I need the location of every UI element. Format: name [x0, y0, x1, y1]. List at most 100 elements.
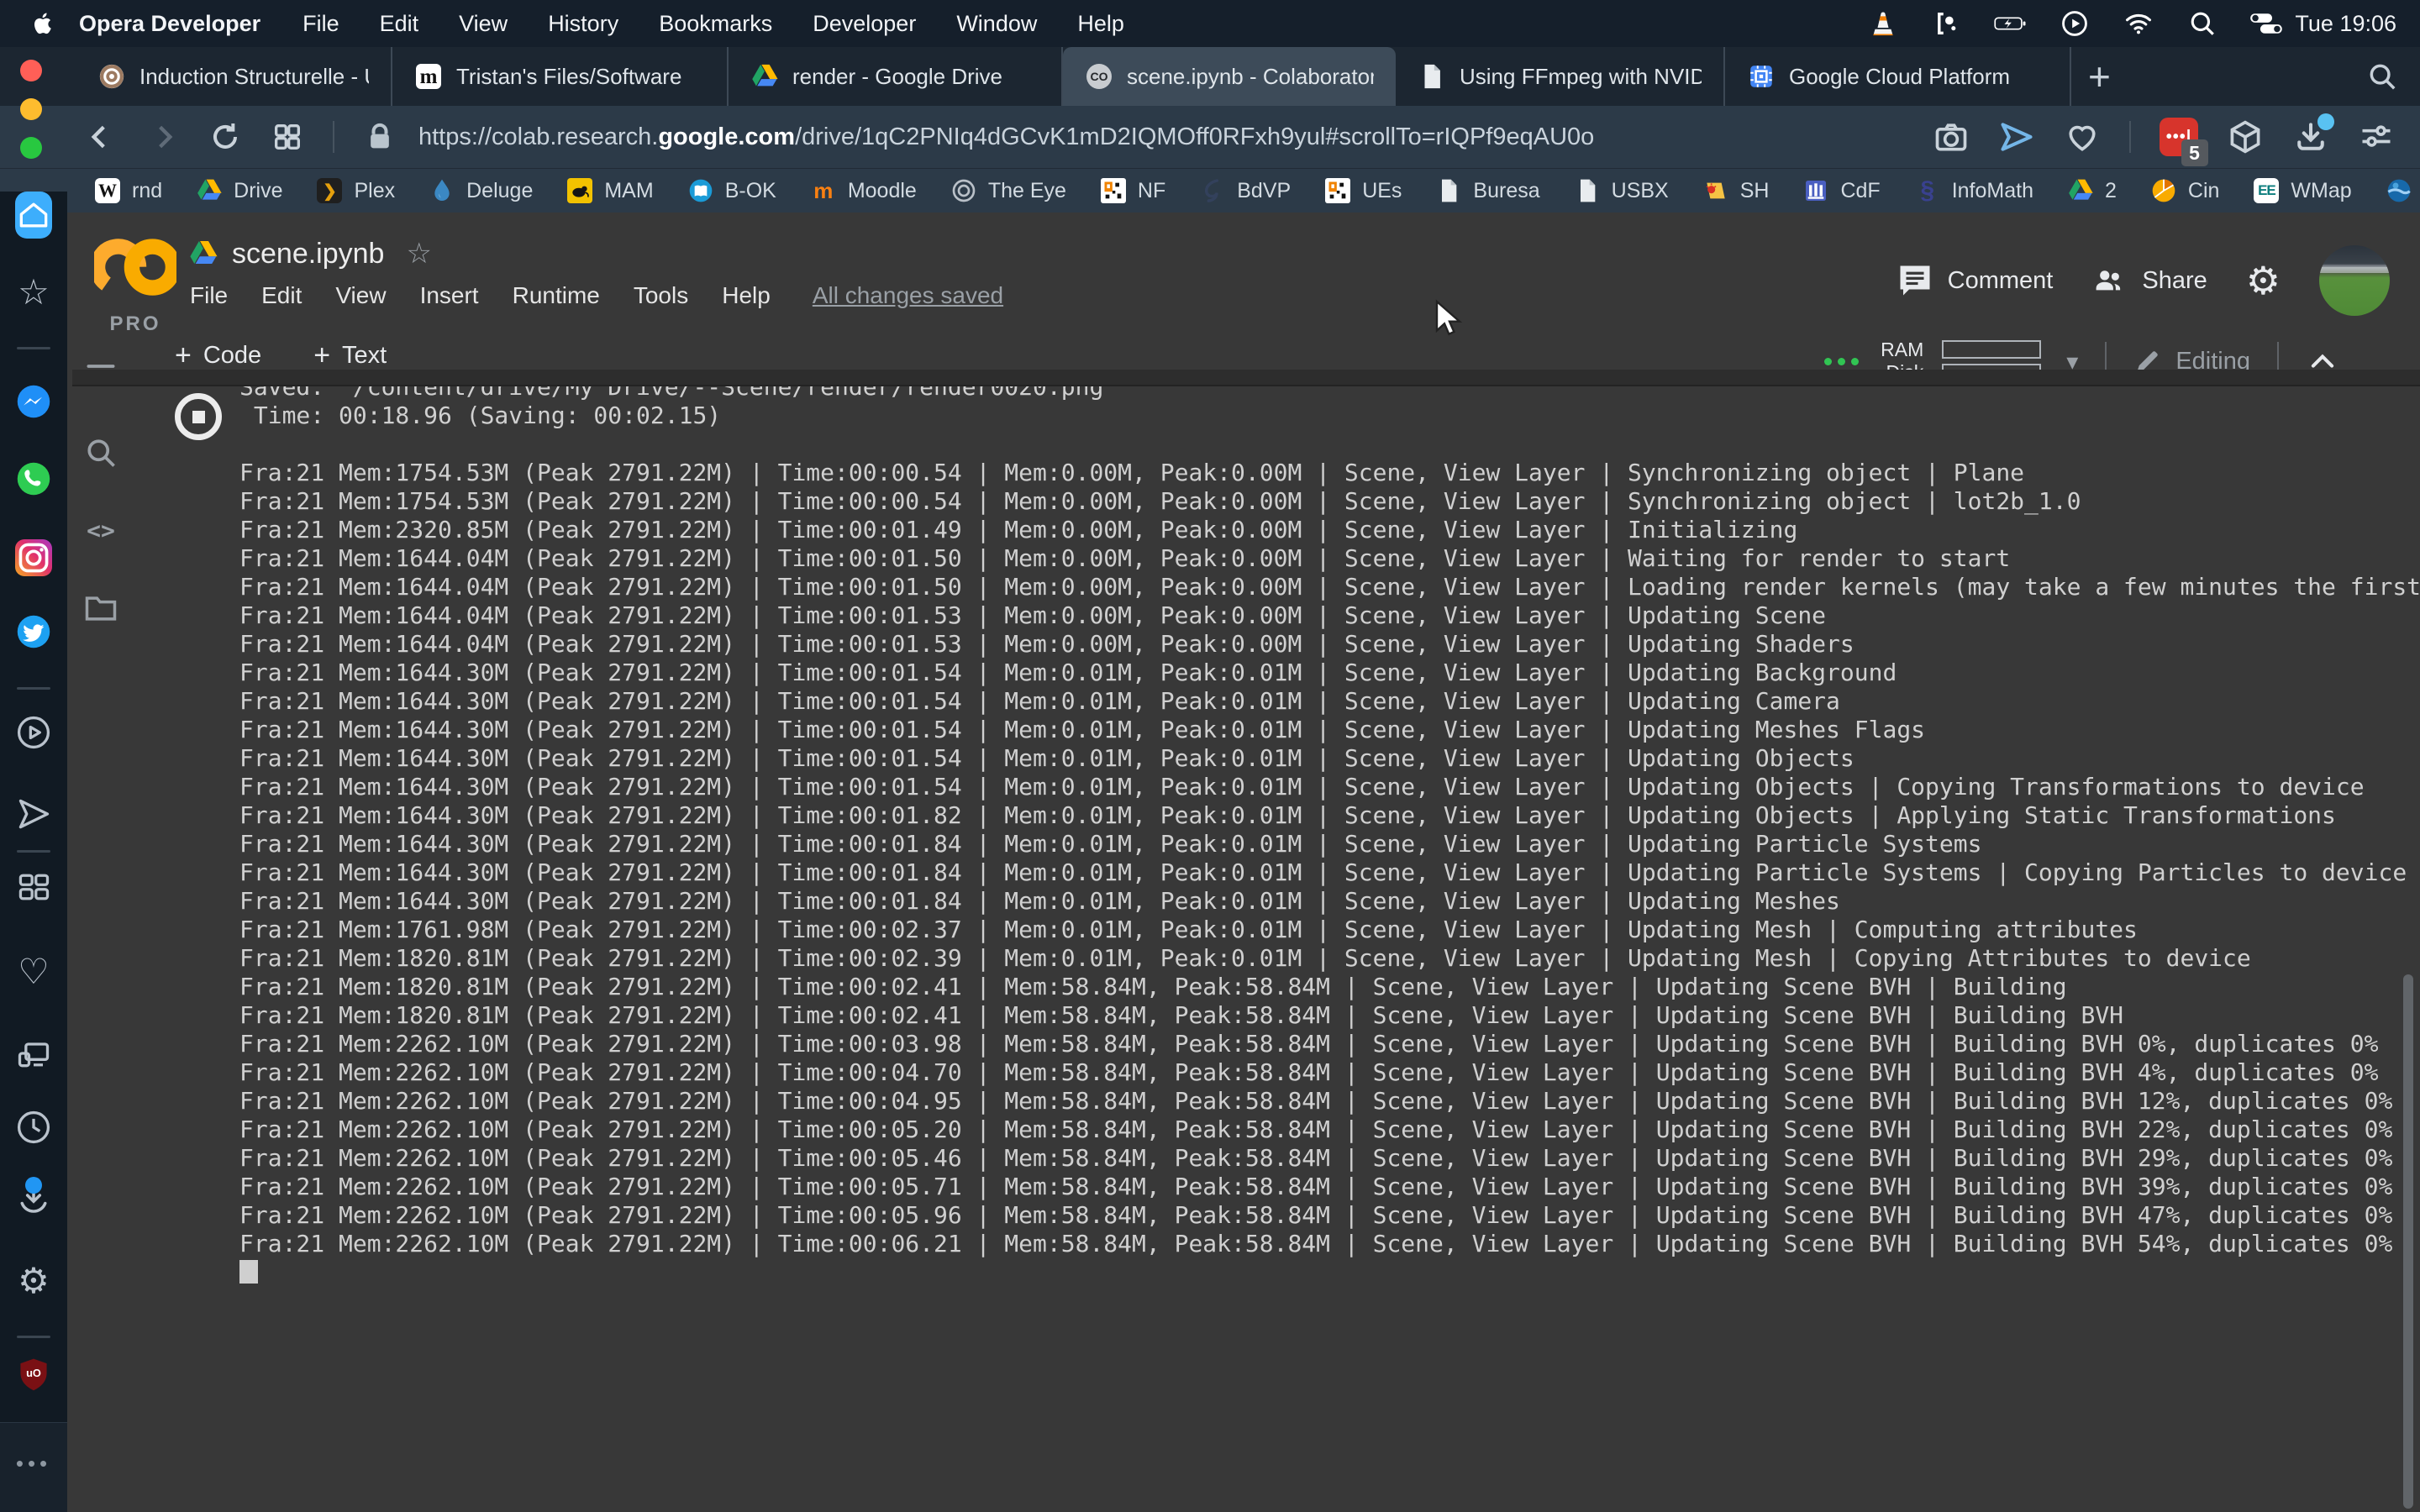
colab-menu-tools[interactable]: Tools [634, 282, 688, 309]
menubar-item-history[interactable]: History [548, 11, 618, 37]
sidebar-whatsapp-button[interactable] [0, 455, 67, 502]
heart-icon[interactable] [2064, 118, 2101, 155]
bookmark-nf[interactable]: NF [1083, 177, 1182, 204]
tab-induction-structurelle-ue-lu2[interactable]: Induction Structurelle - UE LU2 [76, 47, 392, 106]
lock-icon[interactable] [363, 120, 397, 154]
sidebar-history-button[interactable] [0, 1104, 67, 1151]
bookmark-bdvp[interactable]: BdVP [1182, 177, 1307, 204]
bookmark-moodle[interactable]: mMoodle [793, 177, 934, 204]
colab-menu-edit[interactable]: Edit [261, 282, 302, 309]
scrollbar-thumb[interactable] [2403, 974, 2413, 1509]
control-center-icon[interactable] [2249, 9, 2283, 38]
menubar-app-name[interactable]: Opera Developer [79, 11, 260, 37]
sidebar-star-button[interactable]: ☆ [0, 269, 67, 316]
tab-search-icon[interactable] [2366, 60, 2398, 92]
rail-find-replace-icon[interactable] [82, 434, 119, 471]
wifi-icon[interactable] [2122, 9, 2155, 38]
autosave-status[interactable]: All changes saved [813, 282, 1003, 309]
bookmark-plex[interactable]: ❯Plex [299, 177, 412, 204]
play-circle-icon[interactable] [2058, 9, 2091, 38]
comment-button[interactable]: Comment [1897, 263, 2054, 298]
password-extension-icon[interactable]: •••|5 [2160, 118, 2198, 156]
stop-execution-button[interactable] [175, 393, 222, 440]
menubar-item-view[interactable]: View [459, 11, 508, 37]
colab-menu-insert[interactable]: Insert [420, 282, 479, 309]
notebook-title[interactable]: scene.ipynb [232, 238, 384, 270]
bookmark-b-ok[interactable]: B-OK [671, 177, 793, 204]
bookmark-usbx[interactable]: USBX [1557, 177, 1686, 204]
tab-google-cloud-platform[interactable]: Google Cloud Platform [1725, 47, 2071, 106]
send-to-device-icon[interactable] [1998, 118, 2035, 155]
sidebar-send-button[interactable] [0, 790, 67, 837]
bookmark-the-eye[interactable]: The Eye [934, 177, 1083, 204]
bookmark-ues[interactable]: UEs [1307, 177, 1418, 204]
bookmark-ec[interactable]: EC [2369, 177, 2420, 204]
menubar-item-bookmarks[interactable]: Bookmarks [659, 11, 772, 37]
minimize-window-button[interactable] [20, 98, 42, 120]
sidebar-home-button[interactable] [0, 192, 67, 239]
add-code-button[interactable]: +Code [175, 339, 261, 372]
bookmark-rnd[interactable]: Wrnd [77, 177, 179, 204]
bookmark-deluge[interactable]: Deluge [412, 177, 550, 204]
url-text[interactable]: https://colab.research.google.com/drive/… [418, 123, 1594, 151]
colab-menu-file[interactable]: File [190, 282, 228, 309]
menubar-item-developer[interactable]: Developer [813, 11, 916, 37]
sidebar-settings-button[interactable]: ⚙ [0, 1257, 67, 1305]
menubar-item-help[interactable]: Help [1077, 11, 1124, 37]
user-avatar[interactable] [2319, 245, 2390, 316]
tab-render-google-drive[interactable]: render - Google Drive [729, 47, 1063, 106]
sidebar-twitter-button[interactable] [0, 608, 67, 655]
menubar-item-file[interactable]: File [302, 11, 339, 37]
tab-using-ffmpeg-with-nvidia-gpu[interactable]: Using FFmpeg with NVIDIA GPU [1396, 47, 1725, 106]
colab-menu-runtime[interactable]: Runtime [513, 282, 600, 309]
search-icon[interactable] [2186, 9, 2219, 38]
vlc-icon[interactable] [1866, 9, 1900, 38]
sidebar-heart-button[interactable]: ♡ [0, 948, 67, 995]
snippet-icon[interactable] [1930, 9, 1964, 38]
bookmark-2[interactable]: 2 [2050, 177, 2133, 204]
colab-logo[interactable] [94, 235, 176, 299]
cell-output-area[interactable]: Saved: /content/drive/My Drive/--Scene/r… [172, 386, 2420, 1512]
rail-files-icon[interactable] [82, 590, 119, 627]
tab-tristan-s-files-software[interactable]: mTristan's Files/Software [392, 47, 729, 106]
speed-dial-icon[interactable] [271, 120, 304, 154]
sidebar-instagram-button[interactable] [0, 534, 67, 581]
menubar-item-edit[interactable]: Edit [380, 11, 419, 37]
menubar-clock[interactable]: Tue 19:06 [2295, 11, 2396, 37]
tab-scene-ipynb-colaboratory[interactable]: COscene.ipynb - Colaboratory [1063, 47, 1396, 106]
back-icon[interactable] [84, 120, 118, 154]
bookmark-buresa[interactable]: Buresa [1418, 177, 1556, 204]
reload-icon[interactable] [208, 120, 242, 154]
sidebar-speed-dial-button[interactable] [0, 864, 67, 911]
vpn-cube-icon[interactable] [2227, 118, 2264, 155]
bookmark-mam[interactable]: MAM [550, 177, 670, 204]
colab-menu-view[interactable]: View [335, 282, 386, 309]
sidebar-player-button[interactable] [0, 709, 67, 756]
battery-charging-icon[interactable] [1994, 9, 2028, 38]
bookmark-cin[interactable]: Cin [2133, 177, 2237, 204]
new-tab-button[interactable]: + [2088, 57, 2111, 96]
bookmark-cdf[interactable]: CdF [1786, 177, 1897, 204]
share-button[interactable]: Share [2091, 263, 2207, 298]
bookmark-sh[interactable]: SH [1686, 177, 1786, 204]
add-text-button[interactable]: +Text [313, 339, 387, 372]
apple-menu-icon[interactable] [29, 8, 54, 39]
sidebar-messenger-button[interactable] [0, 378, 67, 425]
menubar-item-window[interactable]: Window [956, 11, 1037, 37]
bookmark-wmap[interactable]: EEWMap [2236, 177, 2368, 204]
sidebar-downloads-button[interactable] [0, 1175, 67, 1222]
colab-menu-help[interactable]: Help [722, 282, 771, 309]
settings-sliders-icon[interactable] [2358, 118, 2395, 155]
zoom-window-button[interactable] [20, 137, 42, 159]
star-notebook-icon[interactable]: ☆ [406, 237, 431, 270]
sidebar-ublock-button[interactable]: uO [0, 1351, 67, 1398]
snapshot-camera-icon[interactable] [1933, 118, 1970, 155]
sidebar-ellipsis-button[interactable]: ••• [0, 1440, 67, 1487]
sidebar-flow-button[interactable] [0, 1030, 67, 1077]
rail-code-snippets-icon[interactable]: <> [82, 512, 119, 549]
bookmark-infomath[interactable]: §InfoMath [1897, 177, 2050, 204]
bookmark-drive[interactable]: Drive [179, 177, 299, 204]
forward-icon[interactable] [146, 120, 180, 154]
settings-gear-icon[interactable]: ⚙ [2246, 261, 2281, 300]
downloads-icon[interactable] [2292, 118, 2329, 155]
